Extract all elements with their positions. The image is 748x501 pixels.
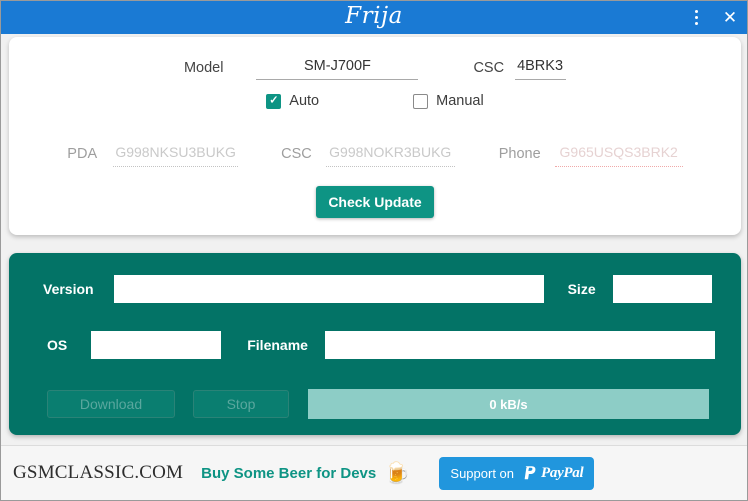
version-input[interactable] (113, 275, 544, 303)
frija-window: Frija ✕ Model CSC ✓ (0, 0, 748, 501)
os-label: OS (47, 337, 68, 353)
model-lookup-card: Model CSC ✓ Auto Manual PDA CSC Phone (9, 37, 741, 235)
window-controls: ✕ (679, 1, 747, 34)
size-label: Size (567, 281, 596, 297)
kebab-dots (694, 9, 698, 27)
csc-firmware-label: CSC (281, 146, 312, 162)
dot (694, 22, 698, 25)
firmware-fields-row: PDA CSC Phone (9, 143, 741, 167)
os-filename-row: OS Filename (47, 331, 715, 359)
download-panel: Version Size OS Filename Download Stop 0… (9, 253, 741, 435)
auto-checkbox[interactable]: ✓ Auto (266, 93, 319, 109)
stop-button[interactable]: Stop (193, 390, 289, 418)
progress-speed-text: 0 kB/s (489, 396, 528, 412)
paypal-prefix-label: Support on (450, 465, 515, 481)
os-input[interactable] (91, 331, 222, 359)
pda-label: PDA (67, 146, 98, 162)
paypal-support-button[interactable]: Support on PayPal (439, 456, 595, 490)
footer-bar: GSMCLASSIC.COM Buy Some Beer for Devs 🍺 … (1, 445, 747, 500)
dot (694, 10, 698, 13)
progress-bar: 0 kB/s (308, 389, 709, 419)
version-size-row: Version Size (43, 275, 715, 303)
pda-input[interactable] (113, 143, 239, 167)
check-update-button[interactable]: Check Update (316, 186, 434, 218)
window-title: Frija (345, 3, 403, 29)
gsmclassic-brand: GSMCLASSIC.COM (13, 462, 184, 483)
csc-label: CSC (473, 60, 505, 76)
mode-checkbox-row: ✓ Auto Manual (9, 93, 741, 109)
auto-checkbox-label: Auto (289, 93, 320, 109)
paypal-wordmark: PayPal (541, 464, 584, 481)
manual-checkbox-box (413, 93, 429, 109)
filename-input[interactable] (324, 331, 715, 359)
download-actions-row: Download Stop 0 kB/s (47, 389, 709, 419)
filename-label: Filename (247, 337, 308, 353)
manual-checkbox-label: Manual (436, 93, 484, 109)
beer-mug-icon: 🍺 (384, 461, 411, 485)
csc-input[interactable] (515, 57, 567, 80)
close-icon[interactable]: ✕ (713, 1, 747, 34)
phone-label: Phone (498, 146, 541, 162)
buy-beer-link[interactable]: Buy Some Beer for Devs (201, 465, 376, 482)
phone-input[interactable] (554, 143, 683, 167)
dot (694, 16, 698, 19)
auto-checkbox-box: ✓ (266, 93, 282, 109)
close-glyph: ✕ (722, 8, 738, 27)
csc-firmware-input[interactable] (325, 143, 455, 167)
check-icon: ✓ (269, 94, 279, 106)
size-input[interactable] (612, 275, 712, 303)
download-button[interactable]: Download (47, 390, 175, 418)
kebab-menu-icon[interactable] (679, 1, 713, 34)
model-input[interactable] (256, 57, 419, 80)
paypal-logo-icon (521, 465, 538, 482)
model-label: Model (183, 60, 224, 76)
version-label: Version (43, 281, 94, 297)
model-csc-row: Model CSC (9, 57, 741, 80)
title-bar[interactable]: Frija ✕ (1, 1, 747, 34)
manual-checkbox[interactable]: Manual (413, 93, 484, 109)
